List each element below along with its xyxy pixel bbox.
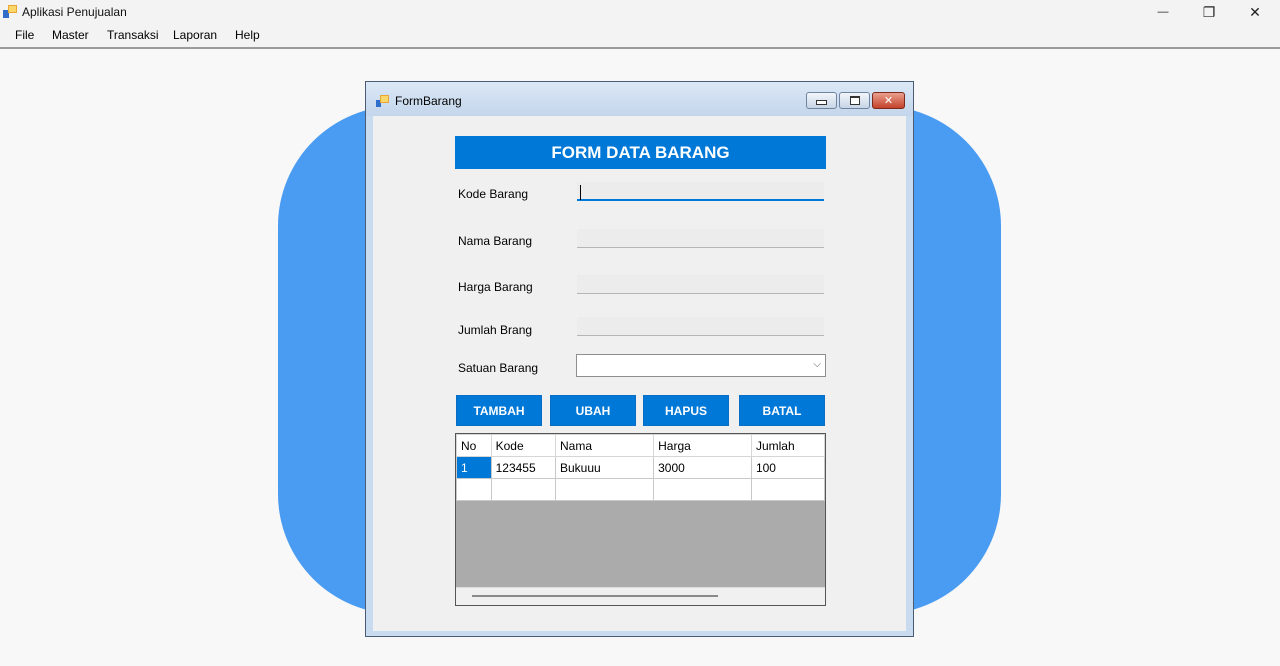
minimize-button[interactable]: — — [1140, 0, 1186, 24]
new-cell-nama[interactable] — [554, 478, 655, 501]
menu-master[interactable]: Master — [52, 28, 89, 42]
jumlah-barang-input[interactable] — [577, 317, 824, 336]
grid-header-row: No Kode Nama Harga Jumlah — [456, 434, 825, 457]
tambah-button[interactable]: TAMBAH — [456, 395, 542, 426]
minimize-icon — [816, 100, 827, 105]
harga-barang-label: Harga Barang — [458, 280, 533, 294]
table-row[interactable]: 1 123455 Bukuuu 3000 100 — [456, 456, 825, 479]
column-header-kode[interactable]: Kode — [490, 434, 557, 457]
column-header-nama[interactable]: Nama — [554, 434, 655, 457]
child-window-title: FormBarang — [395, 94, 462, 108]
jumlah-barang-label: Jumlah Brang — [458, 323, 533, 337]
column-header-no[interactable]: No — [456, 434, 492, 457]
text-caret — [580, 185, 581, 200]
menu-bar: File Master Transaksi Laporan Help — [0, 24, 1280, 49]
new-cell-no[interactable] — [456, 478, 492, 501]
form-barang-window: FormBarang ✕ FORM DATA BARANG Kode Baran… — [365, 81, 914, 637]
chevron-down-icon: ⌵ — [813, 359, 821, 370]
maximize-icon — [849, 96, 860, 105]
satuan-barang-label: Satuan Barang — [458, 361, 539, 375]
nama-barang-input[interactable] — [577, 229, 824, 248]
nama-barang-label: Nama Barang — [458, 234, 533, 248]
restore-icon: ❐ — [1202, 3, 1216, 20]
form-icon — [376, 95, 389, 107]
title-bar: Aplikasi Penujualan — ❐ ✕ — [0, 0, 1280, 24]
new-row[interactable] — [456, 478, 825, 501]
batal-button[interactable]: BATAL — [739, 395, 825, 426]
child-maximize-button[interactable] — [839, 92, 870, 109]
column-header-jumlah[interactable]: Jumlah — [750, 434, 825, 457]
menu-help[interactable]: Help — [235, 28, 260, 42]
kode-barang-input[interactable] — [577, 182, 824, 201]
new-cell-jumlah[interactable] — [750, 478, 825, 501]
close-icon: ✕ — [1249, 3, 1261, 20]
cell-jumlah[interactable]: 100 — [750, 456, 825, 479]
horizontal-scrollbar[interactable] — [456, 587, 825, 605]
close-icon: ✕ — [883, 95, 894, 107]
cell-no[interactable]: 1 — [456, 456, 492, 479]
cell-nama[interactable]: Bukuuu — [554, 456, 655, 479]
minimize-icon: — — [1157, 6, 1169, 18]
kode-barang-label: Kode Barang — [458, 187, 529, 201]
child-title-bar[interactable]: FormBarang ✕ — [366, 82, 913, 116]
restore-button[interactable]: ❐ — [1186, 0, 1232, 24]
form-client-area: FORM DATA BARANG Kode Barang Nama Barang… — [373, 116, 906, 631]
menu-file[interactable]: File — [15, 28, 34, 42]
window-title: Aplikasi Penujualan — [22, 5, 127, 19]
cell-harga[interactable]: 3000 — [653, 456, 752, 479]
new-cell-harga[interactable] — [653, 478, 752, 501]
child-close-button[interactable]: ✕ — [872, 92, 905, 109]
close-button[interactable]: ✕ — [1232, 0, 1278, 24]
child-minimize-button[interactable] — [806, 92, 837, 109]
hapus-button[interactable]: HAPUS — [643, 395, 729, 426]
harga-barang-input[interactable] — [577, 275, 824, 294]
grid-table: No Kode Nama Harga Jumlah 1 123455 Bukuu… — [456, 434, 825, 501]
mdi-workspace: FormBarang ✕ FORM DATA BARANG Kode Baran… — [0, 49, 1280, 666]
satuan-barang-dropdown[interactable]: ⌵ — [576, 354, 826, 377]
menu-laporan[interactable]: Laporan — [173, 28, 217, 42]
column-header-harga[interactable]: Harga — [653, 434, 752, 457]
menu-transaksi[interactable]: Transaksi — [107, 28, 159, 42]
scrollbar-thumb[interactable] — [472, 595, 718, 597]
barang-data-grid[interactable]: No Kode Nama Harga Jumlah 1 123455 Bukuu… — [455, 433, 826, 606]
cell-kode[interactable]: 123455 — [490, 456, 557, 479]
form-header: FORM DATA BARANG — [455, 136, 826, 169]
new-cell-kode[interactable] — [490, 478, 557, 501]
app-icon — [3, 5, 17, 18]
ubah-button[interactable]: UBAH — [550, 395, 636, 426]
